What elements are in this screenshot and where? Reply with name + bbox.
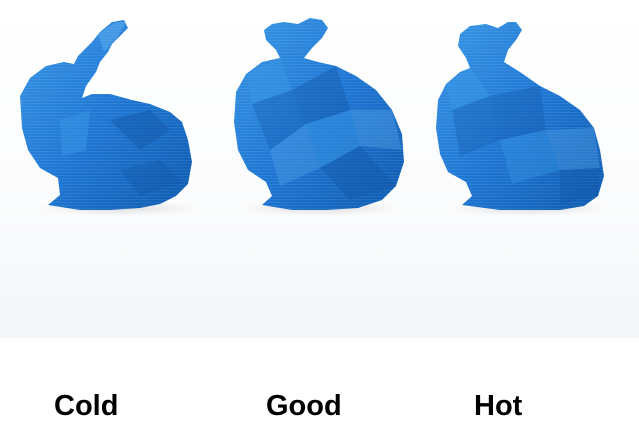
bunny-cold	[20, 20, 198, 216]
photo	[0, 0, 639, 338]
captions-row: Cold Good Hot	[0, 384, 639, 432]
caption-good: Good	[266, 390, 342, 422]
caption-cold: Cold	[54, 390, 119, 422]
bunny-good	[234, 18, 404, 216]
bunny-photo-illustration	[20, 18, 608, 216]
caption-hot: Hot	[474, 390, 523, 422]
bunny-hot	[436, 22, 608, 216]
